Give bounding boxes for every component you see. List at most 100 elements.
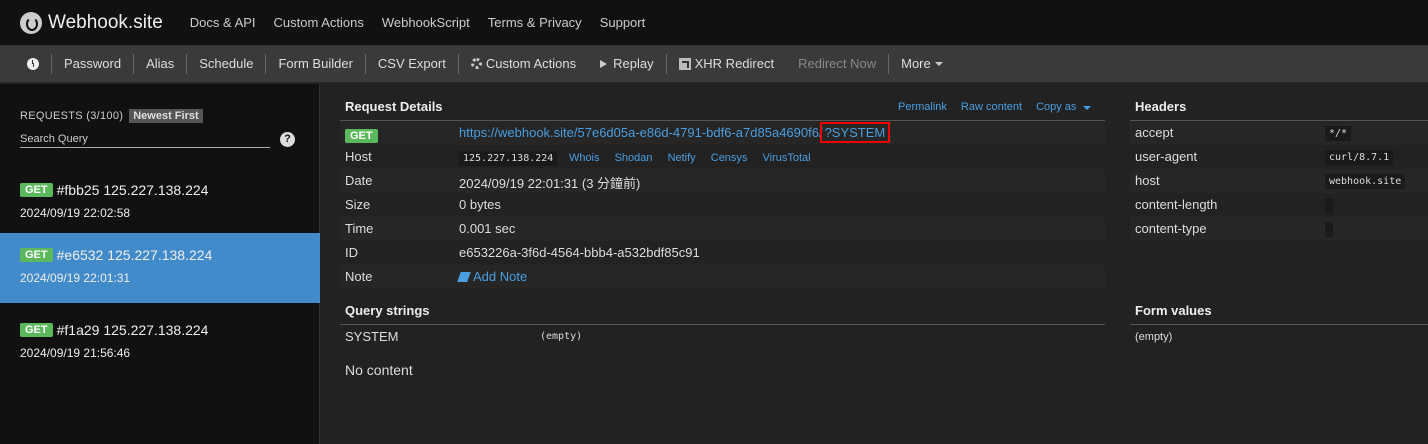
divider — [340, 324, 1105, 325]
sort-order-toggle[interactable]: Newest First — [129, 109, 203, 123]
nav-docs-api[interactable]: Docs & API — [190, 15, 256, 30]
brand[interactable]: Webhook.site — [20, 11, 163, 34]
request-item-selected[interactable]: GET #e6532 125.227.138.224 2024/09/19 22… — [0, 233, 320, 303]
csv-export-button[interactable]: CSV Export — [366, 54, 458, 74]
redirect-now-button[interactable]: Redirect Now — [786, 54, 888, 74]
password-button[interactable]: Password — [52, 54, 133, 74]
requests-count: REQUESTS (3/100) — [20, 110, 124, 122]
header-value: webhook.site — [1325, 174, 1406, 189]
alias-button[interactable]: Alias — [134, 54, 186, 74]
request-label: #fbb25 125.227.138.224 — [56, 182, 209, 198]
custom-actions-button[interactable]: Custom Actions — [459, 54, 588, 74]
size-label: Size — [345, 197, 371, 212]
add-note-label: Add Note — [473, 269, 528, 284]
query-value: (empty) — [540, 331, 583, 342]
request-summary: GET #fbb25 125.227.138.224 — [20, 182, 208, 198]
row-background — [340, 217, 1105, 241]
header-key: user-agent — [1135, 149, 1198, 164]
more-dropdown[interactable]: More — [889, 54, 955, 74]
history-button[interactable] — [15, 54, 51, 74]
id-value: e653226a-3f6d-4564-bbb4-a532bdf85c91 — [459, 245, 700, 260]
form-values-value: (empty) — [1135, 331, 1173, 343]
host-ip: 125.227.138.224 — [459, 151, 558, 166]
request-details-title: Request Details — [345, 99, 443, 114]
play-icon — [600, 59, 608, 68]
header-value — [1325, 222, 1333, 237]
query-strings-title: Query strings — [345, 303, 430, 318]
webhook-logo-icon — [20, 11, 42, 34]
id-label: ID — [345, 245, 358, 260]
request-label: #f1a29 125.227.138.224 — [56, 322, 209, 338]
top-navbar: Webhook.site Docs & API Custom Actions W… — [0, 0, 1428, 45]
method-badge: GET — [345, 129, 378, 143]
form-values-title: Form values — [1135, 303, 1212, 318]
date-value: 2024/09/19 22:01:31 (3 分鐘前) — [459, 176, 641, 191]
copy-as-dropdown[interactable]: Copy as — [1036, 101, 1105, 113]
header-value — [1325, 198, 1333, 213]
query-key: SYSTEM — [345, 329, 399, 344]
custom-actions-label: Custom Actions — [485, 56, 577, 71]
request-item[interactable]: GET #f1a29 125.227.138.224 2024/09/19 21… — [0, 308, 320, 378]
header-value: */* — [1325, 126, 1352, 141]
nav-terms-privacy[interactable]: Terms & Privacy — [488, 15, 582, 30]
xhr-redirect-button[interactable]: XHR Redirect — [667, 54, 786, 74]
replay-label: Replay — [613, 56, 654, 71]
more-label: More — [901, 56, 931, 71]
schedule-button[interactable]: Schedule — [187, 54, 265, 74]
netify-link[interactable]: Netify — [668, 152, 696, 164]
search-query-input[interactable] — [20, 130, 270, 148]
requests-sidebar: REQUESTS (3/100) Newest First ? GET #fbb… — [0, 84, 320, 444]
help-icon[interactable]: ? — [280, 132, 295, 147]
add-note-button[interactable]: Add Note — [457, 269, 528, 284]
note-label: Note — [345, 269, 373, 284]
nav-support[interactable]: Support — [600, 15, 646, 30]
host-lookup-links: Whois Shodan Netify Censys VirusTotal — [569, 152, 823, 164]
request-summary: GET #f1a29 125.227.138.224 — [20, 322, 208, 338]
headers-title: Headers — [1135, 99, 1187, 114]
request-time: 2024/09/19 22:01:31 — [20, 271, 131, 285]
row-background — [340, 169, 1105, 193]
header-key: content-type — [1135, 221, 1207, 236]
request-time: 2024/09/19 22:02:58 — [20, 206, 131, 220]
request-item[interactable]: GET #fbb25 125.227.138.224 2024/09/19 22… — [0, 168, 320, 238]
method-cell: GET — [345, 127, 382, 143]
shodan-link[interactable]: Shodan — [615, 152, 653, 164]
replay-button[interactable]: Replay — [588, 54, 665, 74]
brand-title: Webhook.site — [48, 11, 163, 33]
sidebar-header: REQUESTS (3/100) Newest First — [20, 109, 203, 123]
date-label: Date — [345, 173, 373, 188]
caret-down-icon — [934, 61, 943, 66]
gear-icon — [470, 58, 482, 69]
method-badge: GET — [20, 323, 53, 337]
header-key: accept — [1135, 125, 1174, 140]
host-label: Host — [345, 149, 372, 164]
whois-link[interactable]: Whois — [569, 152, 600, 164]
url-query-highlight[interactable]: ?SYSTEM — [819, 122, 891, 143]
request-url[interactable]: https://webhook.site/57e6d05a-e86d-4791-… — [459, 122, 891, 143]
nav-webhookscript[interactable]: WebhookScript — [382, 15, 470, 30]
xhr-redirect-label: XHR Redirect — [694, 56, 775, 71]
nav-custom-actions[interactable]: Custom Actions — [274, 15, 364, 30]
header-key: content-length — [1135, 197, 1218, 212]
divider — [1130, 324, 1428, 325]
copy-as-label: Copy as — [1036, 101, 1077, 113]
size-value: 0 bytes — [459, 197, 501, 212]
method-badge: GET — [20, 248, 53, 262]
detail-actions: Permalink Raw content Copy as — [898, 101, 1119, 113]
request-summary: GET #e6532 125.227.138.224 — [20, 247, 212, 263]
host-value: 125.227.138.224 Whois Shodan Netify Cens… — [459, 149, 823, 166]
header-key: host — [1135, 173, 1160, 188]
censys-link[interactable]: Censys — [711, 152, 748, 164]
form-builder-button[interactable]: Form Builder — [266, 54, 364, 74]
url-base[interactable]: https://webhook.site/57e6d05a-e86d-4791-… — [459, 125, 823, 140]
row-background — [1130, 121, 1428, 145]
header-value: curl/8.7.1 — [1325, 150, 1394, 165]
request-time: 2024/09/19 21:56:46 — [20, 346, 131, 360]
time-value: 0.001 sec — [459, 221, 516, 236]
pencil-icon — [457, 272, 471, 282]
permalink-link[interactable]: Permalink — [898, 101, 947, 113]
external-link-icon — [678, 57, 691, 70]
time-label: Time — [345, 221, 374, 236]
raw-content-link[interactable]: Raw content — [961, 101, 1022, 113]
virustotal-link[interactable]: VirusTotal — [763, 152, 811, 164]
